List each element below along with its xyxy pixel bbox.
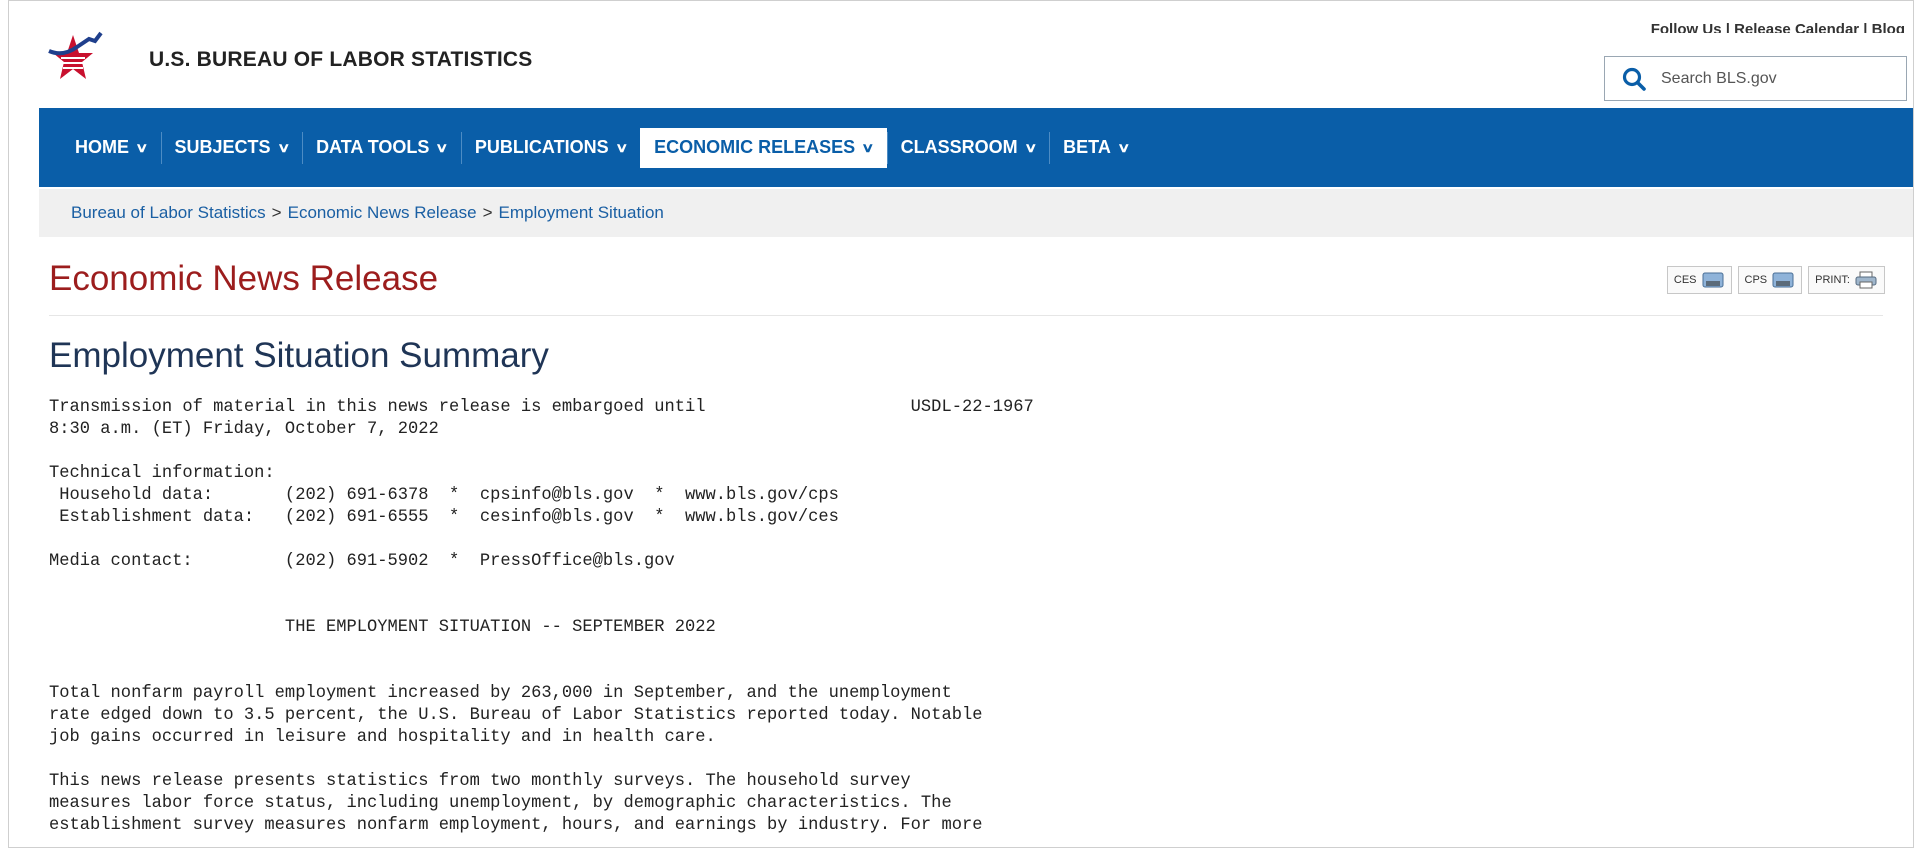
nav-item-label: PUBLICATIONS bbox=[474, 137, 609, 157]
chevron-down-icon: ∨ bbox=[1023, 139, 1038, 155]
search-icon[interactable] bbox=[1621, 66, 1647, 92]
nav-item-label: SUBJECTS bbox=[174, 137, 271, 157]
breadcrumb-separator: > bbox=[482, 203, 493, 222]
printer-icon bbox=[1855, 271, 1877, 289]
search-input[interactable] bbox=[1659, 68, 1883, 89]
chevron-down-icon: ∨ bbox=[861, 139, 875, 155]
release-text: Transmission of material in this news re… bbox=[49, 398, 1034, 835]
print-label: PRINT: bbox=[1815, 274, 1850, 286]
nav-item-publications[interactable]: PUBLICATIONS ∨ bbox=[460, 128, 640, 168]
ces-pdf-button[interactable]: CES bbox=[1666, 266, 1732, 294]
cps-label: CPS bbox=[1744, 274, 1768, 286]
breadcrumb-link-economic-news-release[interactable]: Economic News Release bbox=[288, 203, 477, 223]
nav-item-subjects[interactable]: SUBJECTS ∨ bbox=[160, 128, 303, 168]
nav-item-label: DATA TOOLS bbox=[316, 137, 430, 157]
cps-pdf-button[interactable]: CPS bbox=[1737, 266, 1803, 294]
chevron-down-icon: ∨ bbox=[435, 139, 449, 155]
utility-links-text[interactable]: Follow Us | Release Calendar | Blog bbox=[1651, 21, 1905, 33]
release-tools: CES CPS PRINT: bbox=[1666, 266, 1885, 294]
main-nav: HOME ∨ SUBJECTS ∨ DATA TOOLS ∨ PUBLICATI… bbox=[39, 108, 1913, 187]
nav-item-economic-releases[interactable]: ECONOMIC RELEASES ∨ bbox=[640, 127, 887, 168]
nav-item-classroom[interactable]: CLASSROOM ∨ bbox=[886, 128, 1050, 168]
search-box[interactable] bbox=[1604, 56, 1907, 101]
bls-star-logo-icon bbox=[48, 31, 103, 79]
nav-item-label: HOME bbox=[75, 137, 129, 157]
chevron-down-icon: ∨ bbox=[135, 139, 149, 155]
nav-item-label: ECONOMIC RELEASES bbox=[654, 137, 856, 157]
nav-item-label: BETA bbox=[1063, 137, 1111, 157]
chevron-down-icon: ∨ bbox=[614, 139, 628, 155]
browser-viewport: U.S. BUREAU OF LABOR STATISTICS Follow U… bbox=[8, 0, 1914, 848]
document-icon bbox=[1702, 272, 1724, 288]
breadcrumb-link-bls[interactable]: Bureau of Labor Statistics bbox=[71, 203, 266, 223]
summary-title: Employment Situation Summary bbox=[49, 336, 549, 375]
nav-item-label: CLASSROOM bbox=[900, 137, 1018, 157]
nav-item-beta[interactable]: BETA ∨ bbox=[1049, 128, 1142, 168]
nav-item-data-tools[interactable]: DATA TOOLS ∨ bbox=[302, 128, 461, 168]
ces-label: CES bbox=[1673, 274, 1697, 286]
print-button[interactable]: PRINT: bbox=[1808, 266, 1885, 294]
chevron-down-icon: ∨ bbox=[1116, 139, 1131, 155]
breadcrumb-separator: > bbox=[271, 203, 282, 222]
nav-item-home[interactable]: HOME ∨ bbox=[61, 128, 161, 168]
bls-logo[interactable] bbox=[43, 27, 103, 93]
breadcrumb: Bureau of Labor Statistics > Economic Ne… bbox=[39, 189, 1913, 237]
utility-links[interactable]: Follow Us | Release Calendar | Blog bbox=[1651, 19, 1905, 33]
breadcrumb-link-employment-situation[interactable]: Employment Situation bbox=[499, 203, 664, 223]
divider bbox=[49, 315, 1883, 316]
chevron-down-icon: ∨ bbox=[276, 139, 290, 155]
site-name[interactable]: U.S. BUREAU OF LABOR STATISTICS bbox=[149, 48, 532, 72]
document-icon bbox=[1772, 272, 1794, 288]
page-title: Economic News Release bbox=[49, 259, 439, 298]
